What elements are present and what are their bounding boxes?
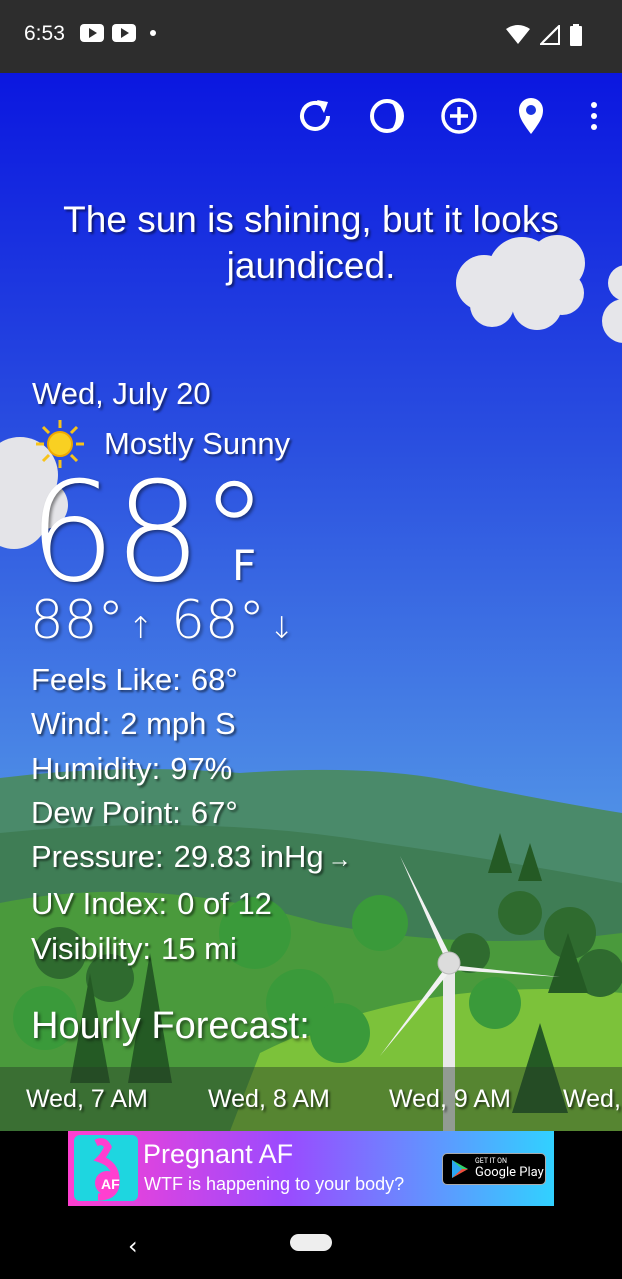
- ad-logo: AF: [74, 1135, 138, 1201]
- up-arrow-icon: ↑: [127, 611, 154, 646]
- signal-icon: [540, 25, 560, 45]
- theme-icon: [370, 99, 404, 133]
- ad-title: Pregnant AF: [143, 1139, 294, 1169]
- ad-subtitle: WTF is happening to your body?: [144, 1174, 405, 1194]
- detail-label: Dew Point:: [31, 794, 181, 830]
- high-low-temperature: 88° ↑ 68° ↓: [30, 590, 312, 651]
- weather-headline: The sun is shining, but it looks jaundic…: [63, 199, 559, 286]
- location-icon: [519, 98, 543, 134]
- more-options-button[interactable]: [582, 95, 606, 137]
- current-temperature: 68°: [28, 452, 269, 613]
- bottom-area: AF Pregnant AF WTF is happening to your …: [0, 1131, 622, 1279]
- svg-text:AF: AF: [101, 1176, 120, 1192]
- dew-point-row: Dew Point: 67°: [31, 791, 352, 835]
- low-temperature: 68°: [171, 590, 266, 651]
- nav-home-button[interactable]: [290, 1234, 332, 1251]
- detail-label: UV Index:: [31, 886, 168, 922]
- humidity-row: Humidity: 97%: [31, 747, 352, 791]
- temperature-unit: F: [232, 541, 257, 590]
- detail-value: 67°: [190, 794, 238, 830]
- detail-label: Pressure:: [31, 839, 164, 875]
- feels-like-row: Feels Like: 68°: [31, 658, 352, 702]
- current-date: Wed, July 20: [32, 376, 211, 411]
- detail-value: 0 of 12: [177, 886, 272, 922]
- battery-icon: [570, 24, 582, 46]
- system-icons: [506, 24, 582, 46]
- pressure-row: Pressure: 29.83 inHg →: [31, 835, 352, 882]
- wifi-icon: [506, 25, 530, 44]
- location-button[interactable]: [510, 95, 552, 137]
- more-vert-icon: [591, 102, 597, 130]
- badge-large-text: Google Play: [475, 1165, 544, 1180]
- detail-label: Feels Like:: [31, 662, 181, 697]
- more-notifications-icon: [150, 30, 156, 36]
- badge-small-text: GET IT ON: [475, 1157, 507, 1165]
- weather-screen: The sun is shining, but it looks jaundic…: [0, 73, 622, 1131]
- refresh-icon: [300, 100, 330, 131]
- hourly-item[interactable]: Wed, 8 AM: [208, 1085, 330, 1114]
- notification-icons: [80, 24, 156, 42]
- hourly-forecast-list[interactable]: Wed, 7 AM Wed, 8 AM Wed, 9 AM Wed,: [0, 1067, 622, 1131]
- toolbar: [294, 95, 606, 137]
- nav-back-button[interactable]: ‹: [128, 1232, 138, 1260]
- down-arrow-icon: ↓: [269, 611, 295, 646]
- status-bar: 6:53: [0, 0, 622, 73]
- detail-value: 97%: [170, 750, 233, 786]
- youtube-notification-icon: [80, 24, 104, 42]
- detail-value: 15 mi: [161, 930, 237, 966]
- high-temperature: 88°: [30, 590, 124, 651]
- weather-details: Feels Like: 68° Wind: 2 mph S Humidity: 97%…: [31, 658, 352, 971]
- wind-row: Wind: 2 mph S: [31, 702, 352, 746]
- detail-label: Humidity:: [31, 750, 161, 786]
- status-time: 6:53: [24, 22, 65, 45]
- detail-label: Visibility:: [31, 930, 152, 966]
- hourly-item[interactable]: Wed,: [563, 1085, 621, 1114]
- detail-value: 68°: [190, 662, 238, 697]
- theme-button[interactable]: [366, 95, 408, 137]
- detail-label: Wind:: [31, 706, 111, 742]
- hourly-forecast-title: Hourly Forecast:: [31, 1005, 310, 1047]
- hourly-item[interactable]: Wed, 7 AM: [26, 1085, 148, 1114]
- detail-value: 2 mph S: [120, 706, 236, 742]
- refresh-button[interactable]: [294, 95, 336, 137]
- visibility-row: Visibility: 15 mi: [31, 927, 352, 971]
- add-icon: [441, 98, 477, 134]
- ad-banner[interactable]: AF Pregnant AF WTF is happening to your …: [68, 1131, 554, 1206]
- youtube-notification-icon: [112, 24, 136, 42]
- hourly-item[interactable]: Wed, 9 AM: [389, 1085, 511, 1114]
- pressure-trend-icon: →: [327, 846, 352, 874]
- add-location-button[interactable]: [438, 95, 480, 137]
- pregnancy-logo-icon: AF: [93, 1138, 120, 1201]
- detail-value: 29.83 inHg: [173, 839, 324, 875]
- uv-index-row: UV Index: 0 of 12: [31, 882, 352, 926]
- google-play-badge[interactable]: GET IT ON Google Play: [442, 1153, 546, 1185]
- google-play-icon: [452, 1160, 468, 1178]
